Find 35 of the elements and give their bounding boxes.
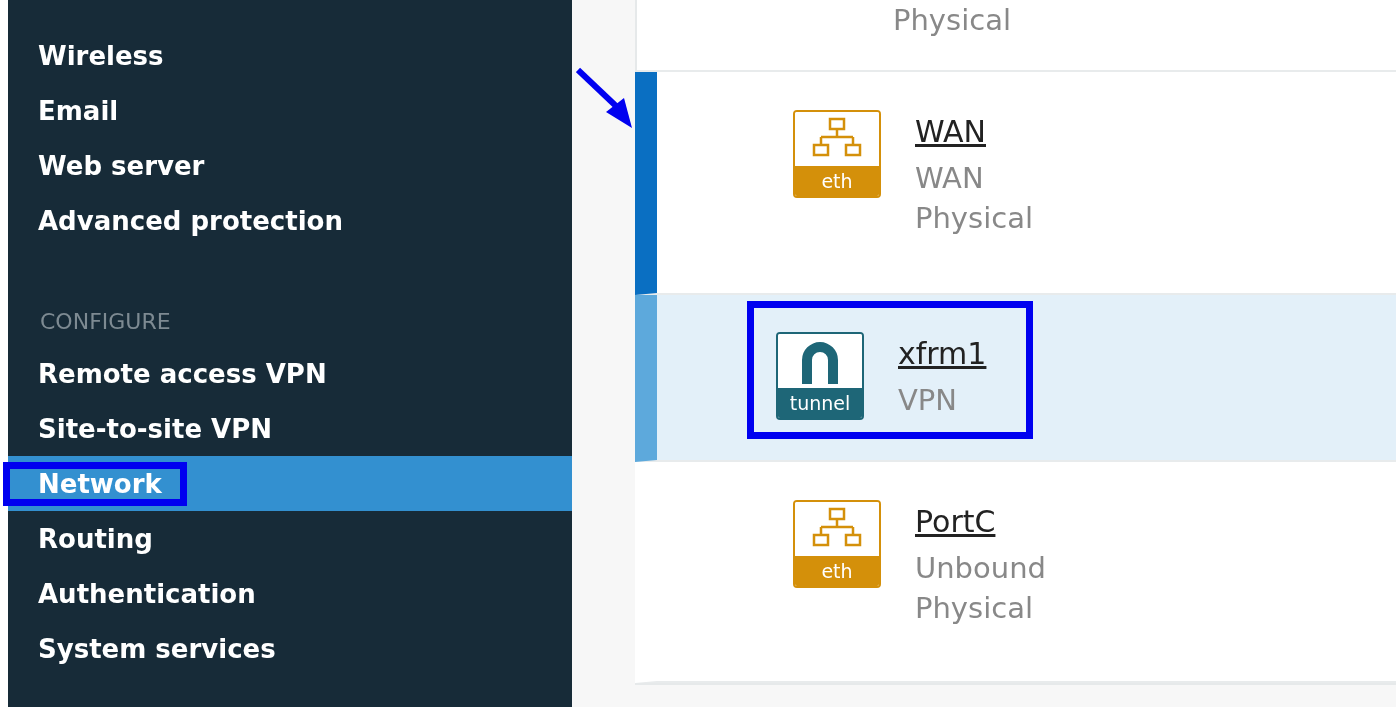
interface-detail: VPN xyxy=(898,382,959,419)
sidebar-item[interactable]: Email xyxy=(8,83,572,138)
sidebar-item[interactable]: Authentication xyxy=(8,566,572,621)
sidebar-item-label: Authentication xyxy=(37,577,257,611)
interface-row[interactable]: eth PortC Unbound Physical xyxy=(635,462,1396,683)
sidebar-item-label: Remote access VPN xyxy=(37,357,328,391)
interface-name[interactable]: PortC xyxy=(915,500,1046,544)
interface-detail: Physical xyxy=(915,590,1034,627)
highlight-frame: Network xyxy=(6,464,184,503)
interface-name[interactable]: xfrm1 xyxy=(898,332,987,376)
interface-row[interactable]: eth WAN WAN Physical xyxy=(635,72,1396,295)
sidebar-item-label: Wireless xyxy=(37,39,165,73)
sidebar-item-label: System services xyxy=(37,632,277,666)
interface-row[interactable]: tunnel xfrm1 VPN xyxy=(635,295,1396,462)
interface-name[interactable]: WAN xyxy=(915,110,1033,154)
sidebar-item[interactable]: Wireless xyxy=(8,28,572,83)
sidebar-item-label: Web server xyxy=(37,149,206,183)
network-icon: eth xyxy=(793,110,881,198)
interface-detail: WAN xyxy=(915,160,985,197)
sidebar-item[interactable]: Web server xyxy=(8,138,572,193)
sidebar-item[interactable]: System services xyxy=(8,621,572,676)
sidebar-item-label: Site-to-site VPN xyxy=(37,412,273,446)
sidebar-item[interactable]: Routing xyxy=(8,511,572,566)
sidebar-item[interactable]: Advanced protection xyxy=(8,193,572,248)
interface-detail: Unbound xyxy=(915,550,1046,587)
section-heading: CONFIGURE xyxy=(39,307,172,336)
sidebar-item[interactable]: Remote access VPN xyxy=(8,346,572,401)
sidebar-item-label: Advanced protection xyxy=(37,204,344,238)
tunnel-icon: tunnel xyxy=(776,332,864,420)
network-icon: eth xyxy=(793,500,881,588)
sidebar-item-label: Routing xyxy=(37,522,154,556)
interface-type: Physical xyxy=(893,2,1011,39)
sidebar-item[interactable]: Site-to-site VPN xyxy=(8,401,572,456)
interface-detail: Physical xyxy=(915,200,1033,237)
sidebar-item-label: Email xyxy=(37,94,120,128)
